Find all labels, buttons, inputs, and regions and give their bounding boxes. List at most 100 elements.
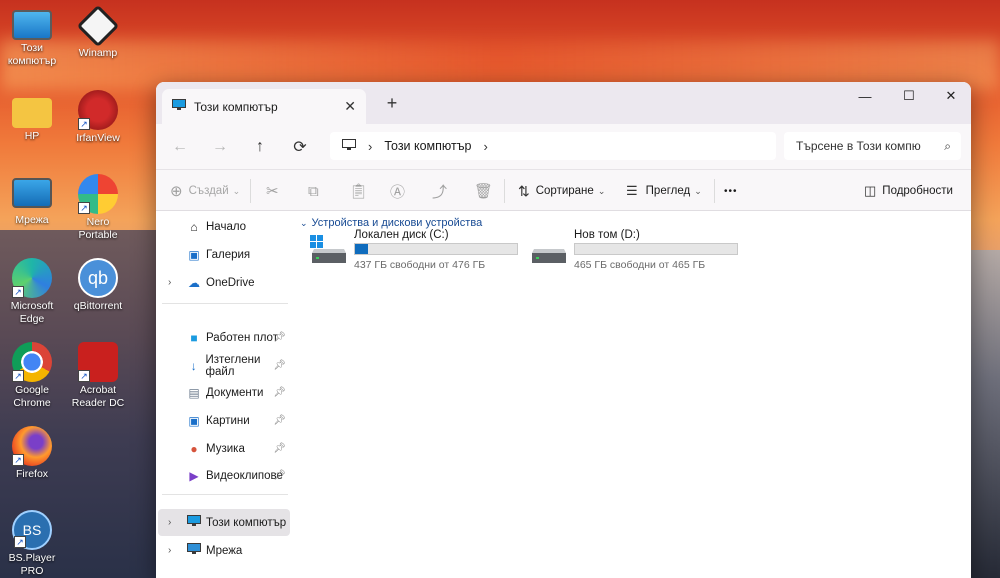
download-icon: ↓: [190, 358, 197, 373]
music-icon: ●: [190, 441, 198, 456]
trash-icon: 🗑︎: [474, 183, 494, 200]
desktop-icon-this-pc[interactable]: Този компютър: [0, 6, 64, 68]
new-button[interactable]: ⊕ Създай ⌄: [170, 170, 240, 212]
back-arrow-icon[interactable]: ←: [160, 138, 200, 156]
tab-close-icon[interactable]: ✕: [344, 98, 356, 115]
sidebar-item-gallery[interactable]: ▣ Галерия: [158, 241, 290, 268]
drive-free-space: 465 ГБ свободни от 465 ГБ: [574, 259, 706, 271]
pin-icon[interactable]: 📌︎: [273, 415, 286, 426]
sidebar-item-pictures[interactable]: ▣ Картини 📌︎: [158, 407, 290, 434]
refresh-icon[interactable]: ⟳: [280, 137, 320, 157]
desktop-icon-qbittorrent[interactable]: qb qBittorrent: [66, 258, 130, 313]
desktop-icon-google-chrome[interactable]: ↗ Google Chrome: [0, 342, 64, 410]
details-button[interactable]: ◫ Подробности: [864, 170, 953, 212]
desktop-icon-label: Този компютър: [7, 42, 57, 67]
sidebar-item-onedrive[interactable]: › ☁ OneDrive: [158, 269, 290, 296]
bsplayer-icon: BS ↗: [12, 510, 52, 550]
search-placeholder: Търсене в Този компю: [796, 139, 921, 153]
monitor-icon: [12, 10, 52, 40]
desktop-icon-acrobat-reader-dc[interactable]: ↗ Acrobat Reader DC: [66, 342, 130, 410]
sidebar-item-music[interactable]: ● Музика 📌︎: [158, 435, 290, 462]
pin-icon[interactable]: 📌︎: [273, 443, 286, 454]
desktop-icon-winamp[interactable]: Winamp: [66, 4, 130, 60]
toolbar-divider: [504, 179, 505, 203]
maximize-button[interactable]: ☐: [888, 82, 930, 110]
tab-this-pc[interactable]: Този компютър ✕: [162, 89, 366, 124]
monitor-icon: [342, 138, 356, 154]
sidebar-item-label: Галерия: [206, 248, 251, 261]
group-header-devices[interactable]: ⌄ Устройства и дискови устройства: [300, 217, 482, 229]
sort-button[interactable]: ⇅ Сортиране ⌄: [518, 170, 605, 212]
chevron-right-icon[interactable]: ›: [168, 277, 171, 288]
monitor-icon: [172, 99, 186, 114]
details-pane-icon: ◫: [864, 183, 877, 198]
title-bar: Този компютър ✕ + — ☐ ✕: [156, 82, 971, 124]
desktop-icon-label: Nero Portable: [78, 216, 118, 241]
chevron-down-icon: ⌄: [232, 185, 241, 196]
sidebar-item-documents[interactable]: ▤ Документи 📌︎: [158, 379, 290, 406]
sidebar-item-label: Картини: [206, 414, 250, 427]
sidebar-item-videos[interactable]: ▶ Видеоклипове 📌︎: [158, 462, 290, 489]
chevron-right-icon[interactable]: ›: [168, 545, 171, 556]
desktop-folder-icon: ■: [190, 330, 198, 345]
desktop-icon-nero-portable[interactable]: ↗ Nero Portable: [66, 174, 130, 242]
sidebar-item-this-pc[interactable]: › Този компютър: [158, 509, 290, 536]
sidebar-divider: [162, 303, 288, 304]
desktop-icon-label: Winamp: [78, 47, 118, 59]
chevron-right-icon[interactable]: ›: [368, 139, 372, 154]
paste-button[interactable]: 📋︎: [349, 170, 368, 212]
tab-title: Този компютър: [194, 99, 278, 114]
wallpaper-car: [970, 250, 1000, 578]
close-button[interactable]: ✕: [930, 82, 971, 110]
navigation-pane: ⌂ Начало ▣ Галерия › ☁ OneDrive ■ Работе…: [156, 211, 292, 578]
desktop-icon-label: Google Chrome: [13, 384, 51, 409]
drive-item-c[interactable]: Локален диск (C:) 437 ГБ свободни от 476…: [310, 229, 520, 271]
view-button[interactable]: ☰ Преглед ⌄: [626, 170, 702, 212]
delete-button[interactable]: 🗑︎: [474, 170, 493, 212]
breadcrumb-this-pc[interactable]: Този компютър: [384, 139, 471, 153]
pin-icon[interactable]: 📌︎: [273, 387, 286, 398]
sidebar-item-home[interactable]: ⌂ Начало: [158, 213, 290, 240]
sidebar-item-label: Музика: [206, 442, 245, 455]
more-options-button[interactable]: •••: [724, 170, 738, 212]
file-explorer-window: Този компютър ✕ + — ☐ ✕ ← → ↑ ⟳ › Този к…: [156, 82, 971, 578]
sidebar-item-network[interactable]: › Мрежа: [158, 537, 290, 564]
desktop-icon-label: BS.Player PRO: [8, 552, 56, 577]
minimize-button[interactable]: —: [844, 82, 886, 110]
chevron-right-icon[interactable]: ›: [168, 517, 171, 528]
pin-icon[interactable]: 📌︎: [273, 470, 286, 481]
drive-item-d[interactable]: Нов том (D:) 465 ГБ свободни от 465 ГБ: [530, 229, 740, 271]
sidebar-item-desktop[interactable]: ■ Работен плот 📌︎: [158, 324, 290, 351]
desktop-icon-microsoft-edge[interactable]: ↗ Microsoft Edge: [0, 258, 64, 326]
address-input[interactable]: › Този компютър ›: [330, 132, 776, 160]
forward-arrow-icon[interactable]: →: [200, 138, 240, 156]
share-button[interactable]: ⤴: [432, 170, 447, 212]
nero-icon: ↗: [78, 174, 118, 214]
desktop-icon-firefox[interactable]: ↗ Firefox: [0, 426, 64, 481]
scissors-icon: ✂: [266, 183, 279, 200]
cut-button[interactable]: ✂: [266, 170, 279, 212]
pin-icon[interactable]: 📌︎: [273, 332, 286, 343]
chevron-right-icon[interactable]: ›: [484, 139, 488, 154]
irfanview-icon: ↗: [78, 90, 118, 130]
network-icon: [186, 543, 202, 558]
cloud-icon: ☁: [188, 275, 200, 290]
sidebar-item-label: OneDrive: [206, 276, 255, 289]
drive-usage-bar: [354, 243, 518, 255]
copy-button[interactable]: ⧉: [308, 170, 319, 212]
desktop-icon-bsplayer-pro[interactable]: BS ↗ BS.Player PRO: [0, 510, 64, 578]
desktop-icon-network[interactable]: Мрежа: [0, 174, 64, 227]
sidebar-item-downloads[interactable]: ↓ Изтеглени файл 📌︎: [158, 352, 290, 379]
desktop-icon-hp[interactable]: HP: [0, 92, 64, 143]
new-tab-button[interactable]: +: [382, 93, 402, 114]
search-icon: ⌕: [944, 138, 951, 153]
sidebar-divider: [162, 494, 288, 495]
pin-icon[interactable]: 📌︎: [273, 360, 286, 371]
desktop-icon-irfanview[interactable]: ↗ IrfanView: [66, 90, 130, 145]
chevron-down-icon: ⌄: [597, 185, 606, 196]
rename-button[interactable]: Ⓐ: [390, 170, 405, 212]
chevron-down-icon: ⌄: [300, 218, 308, 228]
video-icon: ▶: [189, 468, 199, 483]
search-input[interactable]: Търсене в Този компю ⌕: [784, 132, 961, 160]
up-arrow-icon[interactable]: ↑: [240, 138, 280, 156]
